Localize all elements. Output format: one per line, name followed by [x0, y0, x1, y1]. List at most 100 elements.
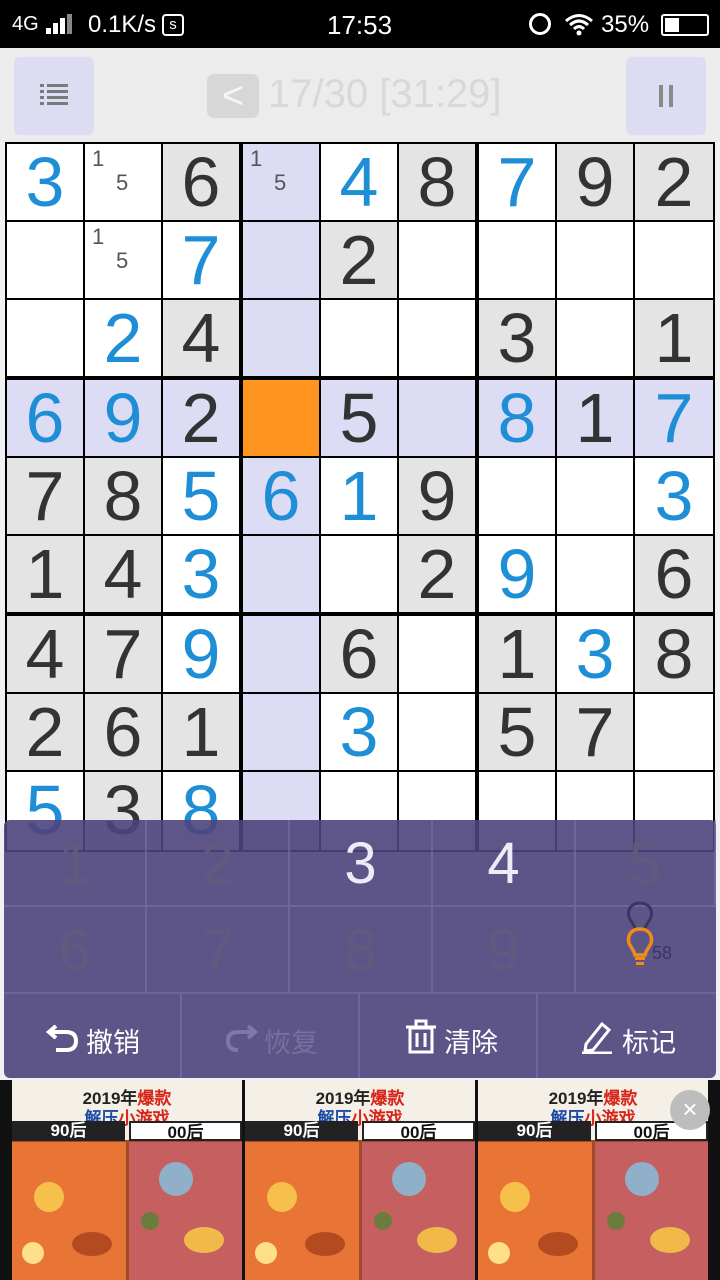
ad-game-scene-right [362, 1142, 475, 1280]
sudoku-cell[interactable]: 3 [557, 616, 633, 692]
sudoku-cell[interactable]: 7 [479, 144, 555, 220]
sudoku-cell[interactable] [321, 536, 397, 612]
sudoku-cell[interactable]: 1 [7, 536, 83, 612]
sudoku-cell[interactable]: 6 [635, 536, 713, 612]
sudoku-cell[interactable]: 9 [399, 458, 475, 534]
sudoku-cell[interactable]: 3 [321, 694, 397, 770]
hint-button[interactable]: 58 [576, 901, 716, 994]
sudoku-cell[interactable]: 5 [163, 458, 239, 534]
sudoku-cell[interactable]: 1 [321, 458, 397, 534]
number-key-6[interactable]: 6 [4, 907, 147, 994]
sudoku-cell[interactable]: 1 [635, 300, 713, 376]
sudoku-cell[interactable]: 2 [85, 300, 161, 376]
sudoku-cell[interactable] [243, 694, 319, 770]
sudoku-cell[interactable]: 3 [7, 144, 83, 220]
sudoku-cell[interactable]: 9 [163, 616, 239, 692]
number-key-1[interactable]: 1 [4, 820, 147, 907]
previous-puzzle-button[interactable]: < [207, 74, 259, 118]
sudoku-cell[interactable] [557, 222, 633, 298]
sudoku-cell[interactable] [557, 536, 633, 612]
sudoku-cell[interactable] [243, 300, 319, 376]
sudoku-cell[interactable]: 8 [479, 380, 555, 456]
sudoku-cell[interactable] [243, 380, 319, 456]
sudoku-cell[interactable] [399, 222, 475, 298]
ad-tile[interactable]: 2019年爆款 解压小游戏 90后 00后 [12, 1080, 242, 1280]
pause-button[interactable] [626, 57, 706, 135]
redo-button[interactable]: 恢复 [182, 994, 360, 1078]
sudoku-cell[interactable] [399, 380, 475, 456]
ad-close-button[interactable]: × [670, 1090, 710, 1130]
sudoku-cell[interactable]: 2 [7, 694, 83, 770]
ad-banner[interactable]: 2019年爆款 解压小游戏 90后 00后 2019年爆款 解压小游戏 90后 00后 2019… [0, 1080, 720, 1280]
number-key-3[interactable]: 3 [290, 820, 433, 907]
ad-label-00s: 00后 [362, 1121, 475, 1142]
sudoku-cell[interactable]: 9 [85, 380, 161, 456]
sudoku-cell[interactable]: 7 [635, 380, 713, 456]
sudoku-cell[interactable]: 3 [163, 536, 239, 612]
sudoku-cell[interactable]: 8 [399, 144, 475, 220]
mark-button[interactable]: 标记 [538, 994, 716, 1078]
sudoku-cell[interactable]: 1 [557, 380, 633, 456]
sudoku-cell[interactable]: 9 [557, 144, 633, 220]
sudoku-cell[interactable]: 4 [7, 616, 83, 692]
sudoku-cell[interactable] [321, 300, 397, 376]
sudoku-cell[interactable] [243, 536, 319, 612]
sudoku-cell[interactable] [557, 300, 633, 376]
candidate-note: 1 [92, 224, 105, 249]
sudoku-cell[interactable]: 6 [243, 458, 319, 534]
sudoku-cell[interactable]: 5 [479, 694, 555, 770]
sudoku-cell[interactable]: 8 [635, 616, 713, 692]
sudoku-cell[interactable] [635, 694, 713, 770]
sudoku-cell[interactable]: 7 [7, 458, 83, 534]
sudoku-cell[interactable]: 2 [635, 144, 713, 220]
sudoku-cell[interactable]: 7 [557, 694, 633, 770]
sudoku-cell[interactable] [479, 222, 555, 298]
redo-label: 恢复 [264, 1028, 318, 1058]
sudoku-cell[interactable]: 7 [85, 616, 161, 692]
sudoku-cell[interactable]: 4 [85, 536, 161, 612]
sudoku-cell[interactable] [399, 300, 475, 376]
sudoku-cell[interactable] [7, 300, 83, 376]
sudoku-cell[interactable] [399, 694, 475, 770]
sudoku-cell[interactable] [557, 458, 633, 534]
sudoku-cell[interactable]: 3 [635, 458, 713, 534]
sudoku-cell[interactable]: 6 [321, 616, 397, 692]
pause-icon [659, 85, 673, 107]
sudoku-cell[interactable] [243, 616, 319, 692]
number-key-9[interactable]: 9 [433, 907, 576, 994]
sudoku-cell[interactable]: 6 [163, 144, 239, 220]
sudoku-cell[interactable]: 9 [479, 536, 555, 612]
sudoku-cell[interactable]: 6 [85, 694, 161, 770]
network-type: 4G [12, 13, 39, 35]
sudoku-cell[interactable]: 7 [163, 222, 239, 298]
sudoku-cell[interactable]: 5 [321, 380, 397, 456]
signal-icon [46, 14, 72, 34]
sudoku-cell[interactable]: 4 [163, 300, 239, 376]
sudoku-cell[interactable]: 2 [321, 222, 397, 298]
candidate-note: 5 [116, 170, 129, 195]
sudoku-cell[interactable] [7, 222, 83, 298]
number-key-8[interactable]: 8 [290, 907, 433, 994]
sudoku-cell[interactable]: 1 [479, 616, 555, 692]
number-key-2[interactable]: 2 [147, 820, 290, 907]
sudoku-cell[interactable]: 2 [399, 536, 475, 612]
sudoku-cell[interactable]: 4 [321, 144, 397, 220]
trash-icon [406, 1019, 436, 1054]
sudoku-cell[interactable] [399, 616, 475, 692]
battery-percent: 35% [601, 11, 650, 38]
sudoku-cell[interactable] [243, 222, 319, 298]
number-key-5[interactable]: 5 [576, 820, 716, 907]
sudoku-cell[interactable]: 6 [7, 380, 83, 456]
sudoku-cell[interactable]: 2 [163, 380, 239, 456]
undo-button[interactable]: 撤销 [4, 994, 182, 1078]
sudoku-cell[interactable]: 8 [85, 458, 161, 534]
number-key-4[interactable]: 4 [433, 820, 576, 907]
sudoku-cell[interactable] [635, 222, 713, 298]
sudoku-cell[interactable]: 1 [163, 694, 239, 770]
sudoku-cell[interactable] [479, 458, 555, 534]
menu-button[interactable] [14, 57, 94, 135]
ad-tile[interactable]: 2019年爆款 解压小游戏 90后 00后 [245, 1080, 475, 1280]
sudoku-cell[interactable]: 3 [479, 300, 555, 376]
number-key-7[interactable]: 7 [147, 907, 290, 994]
clear-button[interactable]: 清除 [360, 994, 538, 1078]
